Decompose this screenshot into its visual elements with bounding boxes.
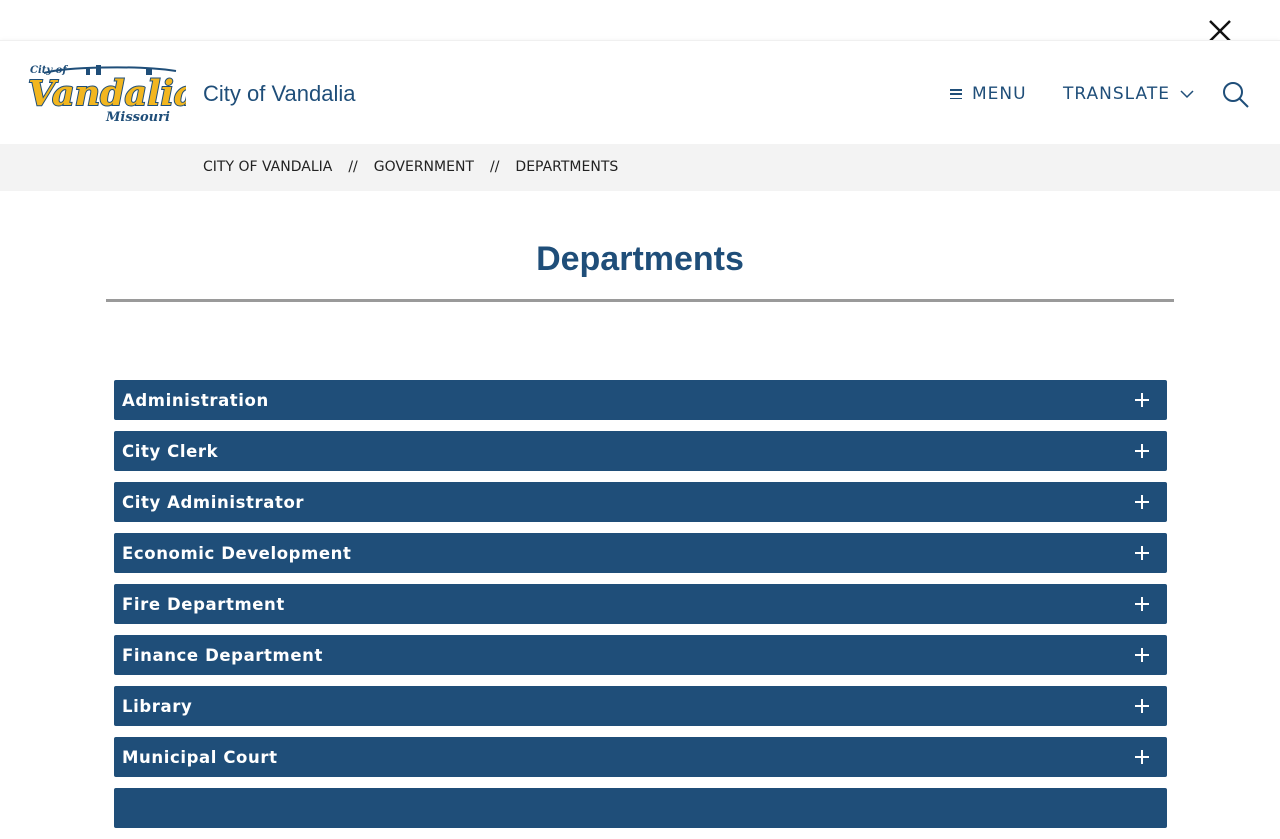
accordion-item-label: Economic Development	[122, 543, 352, 563]
breadcrumb-bar: CITY OF VANDALIA // GOVERNMENT // DEPART…	[0, 144, 1280, 191]
accordion-item-economic-development[interactable]: Economic Development	[114, 533, 1167, 573]
plus-icon	[1135, 699, 1149, 713]
departments-accordion: Administration City Clerk City Administr…	[114, 380, 1167, 839]
accordion-item-city-administrator[interactable]: City Administrator	[114, 482, 1167, 522]
plus-icon	[1135, 597, 1149, 611]
logo-main-text: Vandalia	[28, 73, 186, 114]
accordion-item-fire-department[interactable]: Fire Department	[114, 584, 1167, 624]
search-button[interactable]	[1222, 81, 1250, 109]
plus-icon	[1135, 546, 1149, 560]
plus-icon	[1135, 444, 1149, 458]
menu-button[interactable]: MENU	[950, 84, 1027, 104]
breadcrumb: CITY OF VANDALIA // GOVERNMENT // DEPART…	[203, 159, 618, 175]
search-icon	[1223, 82, 1249, 108]
menu-label: MENU	[972, 84, 1027, 104]
translate-button[interactable]: TRANSLATE	[1063, 84, 1194, 104]
breadcrumb-departments[interactable]: DEPARTMENTS	[515, 159, 618, 175]
chevron-down-icon	[1180, 89, 1194, 98]
accordion-item-label: Fire Department	[122, 594, 285, 614]
translate-label: TRANSLATE	[1063, 84, 1170, 104]
menu-icon	[950, 89, 962, 99]
plus-icon	[1135, 648, 1149, 662]
breadcrumb-city-of-vandalia[interactable]: CITY OF VANDALIA	[203, 159, 332, 175]
accordion-item-label: City Clerk	[122, 441, 219, 461]
top-utility-bar	[0, 0, 1280, 42]
plus-icon	[1135, 750, 1149, 764]
breadcrumb-separator: //	[348, 159, 358, 175]
page-title: Departments	[536, 240, 744, 278]
accordion-item-label: Finance Department	[122, 645, 323, 665]
city-logo[interactable]: City of Vandalia Missouri	[26, 63, 198, 125]
accordion-item-municipal-court[interactable]: Municipal Court	[114, 737, 1167, 777]
breadcrumb-separator: //	[489, 159, 500, 175]
accordion-item-partial[interactable]	[114, 788, 1167, 828]
accordion-item-finance-department[interactable]: Finance Department	[114, 635, 1167, 675]
accordion-item-label: Library	[122, 696, 193, 716]
logo-sub-text: Missouri	[105, 110, 170, 125]
accordion-item-label: Administration	[122, 390, 269, 410]
accordion-item-administration[interactable]: Administration	[114, 380, 1167, 420]
plus-icon	[1135, 393, 1149, 407]
breadcrumb-government[interactable]: GOVERNMENT	[374, 159, 474, 175]
site-name[interactable]: City of Vandalia	[203, 81, 355, 107]
site-header: City of Vandalia Missouri City of Vandal…	[0, 40, 1280, 144]
accordion-item-label: Municipal Court	[122, 747, 278, 767]
title-divider	[106, 299, 1174, 302]
accordion-item-city-clerk[interactable]: City Clerk	[114, 431, 1167, 471]
accordion-item-library[interactable]: Library	[114, 686, 1167, 726]
accordion-item-label: City Administrator	[122, 492, 305, 512]
plus-icon	[1135, 495, 1149, 509]
